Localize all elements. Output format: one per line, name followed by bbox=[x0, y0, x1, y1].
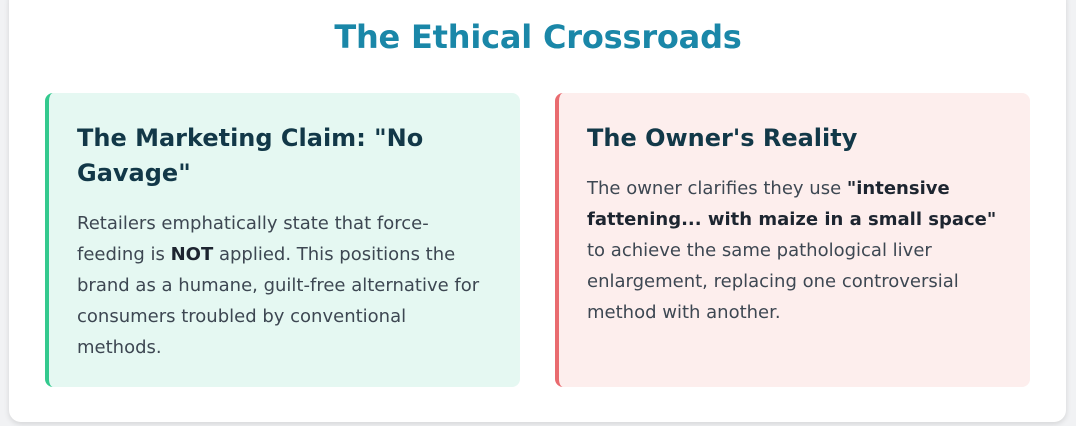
card-body-emphasis: NOT bbox=[170, 244, 214, 265]
card-heading: The Owner's Reality bbox=[587, 124, 858, 152]
card-body: Retailers emphatically state that force-… bbox=[77, 208, 494, 363]
page-title: The Ethical Crossroads bbox=[334, 18, 742, 56]
card-body-text: to achieve the same pathological liver e… bbox=[587, 240, 959, 323]
owners-reality-card: The Owner's Reality The owner clarifies … bbox=[555, 93, 1030, 387]
card-body-text: The owner clarifies they use bbox=[587, 178, 847, 199]
marketing-claim-card: The Marketing Claim: "No Gavage" Retaile… bbox=[45, 93, 520, 387]
card-heading: The Marketing Claim: "No Gavage" bbox=[77, 124, 424, 187]
card-body: The owner clarifies they use "intensive … bbox=[587, 173, 1004, 328]
